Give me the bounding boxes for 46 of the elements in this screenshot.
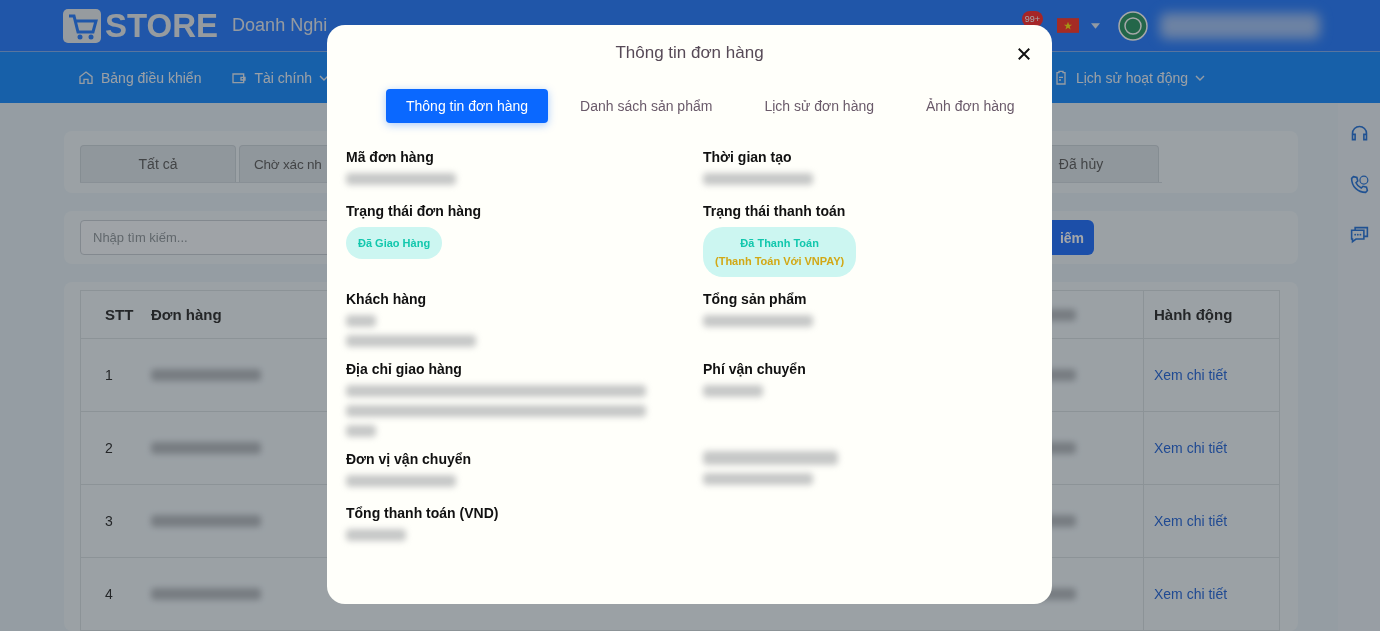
dialog-tab[interactable]: Ảnh đơn hàng <box>906 89 1035 123</box>
details-link[interactable]: Xem chi tiết <box>1154 440 1228 456</box>
dialog-title: Thông tin đơn hàng <box>615 43 764 63</box>
blurred-text <box>346 529 406 541</box>
avatar-icon[interactable] <box>1118 10 1148 41</box>
dialog-tab[interactable]: Danh sách sản phẩm <box>560 89 733 123</box>
status-tab[interactable]: Tất cả <box>80 145 236 182</box>
cart-logo-icon <box>62 7 102 44</box>
logo-text: STORE <box>105 6 219 45</box>
blurred-text <box>346 425 376 437</box>
details-link[interactable]: Xem chi tiết <box>1154 586 1228 602</box>
field-label: Tổng sản phẩm <box>703 291 808 307</box>
column-header: Hành động <box>1143 291 1279 338</box>
flag-icon[interactable] <box>1057 18 1079 33</box>
field-label: Thời gian tạo <box>703 149 793 165</box>
nav-item[interactable]: Bảng điều khiển <box>78 69 202 86</box>
status-badge: Đã Thanh Toán (Thanh Toán Với VNPAY) <box>703 227 857 277</box>
nav-item[interactable]: Lịch sử hoạt động <box>1052 69 1205 86</box>
field-label: Trạng thái đơn hàng <box>346 203 483 219</box>
company-name: Doanh Nghi <box>232 15 328 36</box>
table-cell-text: 4 <box>104 585 114 604</box>
chat-icon[interactable] <box>1348 225 1370 246</box>
details-link[interactable]: Xem chi tiết <box>1154 513 1228 529</box>
caret-icon[interactable] <box>1091 22 1100 29</box>
field-label: Đơn vị vận chuyển <box>346 451 473 467</box>
house-icon <box>78 69 94 86</box>
phone-icon[interactable] <box>1348 174 1370 195</box>
table-cell-text: 1 <box>104 366 114 385</box>
field-label: Khách hàng <box>346 291 428 307</box>
nav-item[interactable]: Tài chính <box>231 69 329 86</box>
dialog-tab[interactable]: Lịch sử đơn hàng <box>744 89 894 123</box>
field-label: Địa chỉ giao hàng <box>346 361 463 377</box>
field-label: Phí vận chuyển <box>703 361 807 377</box>
blurred-text <box>346 315 376 327</box>
field-label: Trạng thái thanh toán <box>703 203 847 219</box>
field-label: Tổng thanh toán (VND) <box>346 505 500 521</box>
close-icon[interactable] <box>1017 47 1031 61</box>
status-badge: Đã Giao Hàng <box>346 227 443 259</box>
dialog-tab[interactable]: Thông tin đơn hàng <box>386 89 549 123</box>
table-cell-text: 2 <box>104 439 114 458</box>
column-header: Đơn hàng <box>151 306 222 323</box>
blurred-text <box>703 385 763 397</box>
notification-badge: 99+ <box>1021 10 1043 27</box>
table-cell-text: 3 <box>104 512 114 531</box>
details-link[interactable]: Xem chi tiết <box>1154 367 1228 383</box>
column-header: STT <box>104 305 135 325</box>
